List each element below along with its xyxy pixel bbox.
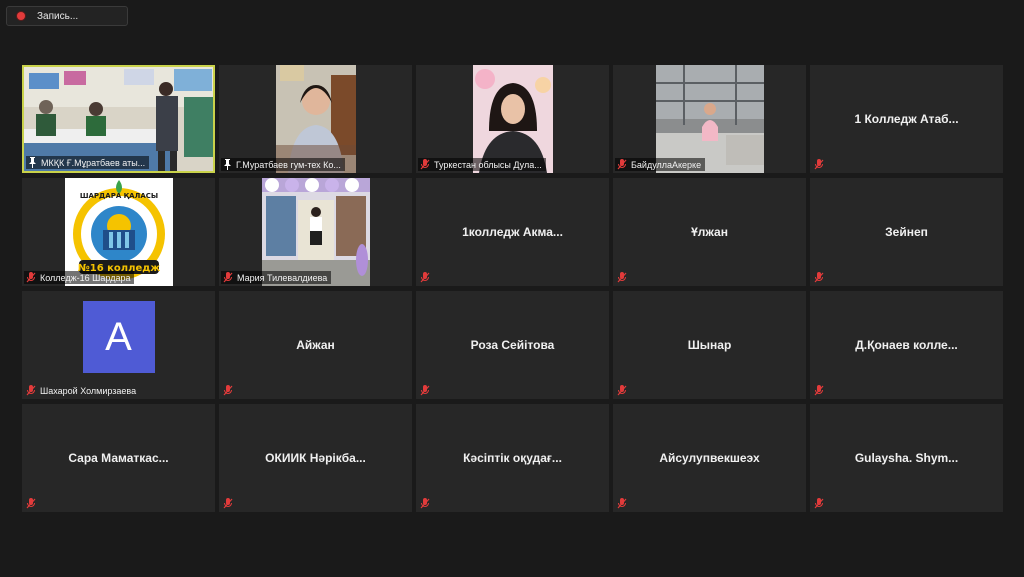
participant-label bbox=[418, 497, 434, 510]
pin-icon bbox=[224, 159, 231, 170]
recording-label: Запись... bbox=[37, 10, 79, 22]
muted-mic-icon bbox=[814, 498, 824, 509]
video-meeting-gallery: Запись... МКҚК Ғ.Мұратбаев аты... Г.Мура… bbox=[0, 0, 1024, 577]
logo-text: ШАРДАРА ҚАЛАСЫ bbox=[79, 192, 157, 200]
participant-avatar: A bbox=[82, 301, 155, 373]
participant-tile[interactable]: Роза Сейітова bbox=[416, 291, 609, 399]
participant-name: Сара Маматкас... bbox=[68, 451, 169, 465]
participant-tile[interactable]: Шынар bbox=[613, 291, 806, 399]
participant-label: Колледж-16 Шардара bbox=[24, 271, 135, 284]
participant-video: №16 колледж ШАРДАРА ҚАЛАСЫ bbox=[64, 178, 173, 286]
participant-label bbox=[615, 271, 631, 284]
participant-name: Айжан bbox=[296, 338, 335, 352]
participant-tile[interactable]: ОКИИК Нәрікба... bbox=[219, 404, 412, 512]
participant-tile[interactable]: Айжан bbox=[219, 291, 412, 399]
participant-tile[interactable]: МКҚК Ғ.Мұратбаев аты... bbox=[22, 65, 215, 173]
recording-indicator[interactable]: Запись... bbox=[6, 6, 128, 26]
participant-label bbox=[615, 497, 631, 510]
participant-label bbox=[24, 497, 40, 510]
participant-name: Шахарой Холмирзаева bbox=[40, 385, 137, 396]
participant-label: БайдуллаАкерке bbox=[615, 158, 706, 171]
participant-label bbox=[812, 158, 828, 171]
participant-name: Г.Муратбаев гум-тех Ко... bbox=[236, 159, 341, 170]
muted-mic-icon bbox=[223, 498, 233, 509]
participant-name: Д.Қонаев колле... bbox=[855, 338, 958, 352]
participant-label bbox=[812, 384, 828, 397]
muted-mic-icon bbox=[814, 159, 824, 170]
participant-tile[interactable]: Мария Тилевалдиева bbox=[219, 178, 412, 286]
participant-label bbox=[418, 384, 434, 397]
participant-tile[interactable]: Зейнеп bbox=[810, 178, 1003, 286]
participant-tile[interactable]: 1 Колледж Атаб... bbox=[810, 65, 1003, 173]
muted-mic-icon bbox=[814, 385, 824, 396]
participant-video bbox=[655, 65, 764, 173]
participant-name: Туркестан облысы Дула... bbox=[434, 159, 542, 170]
participant-name: Кәсіптік оқудағ... bbox=[463, 451, 562, 465]
participant-tile[interactable]: Туркестан облысы Дула... bbox=[416, 65, 609, 173]
muted-mic-icon bbox=[420, 159, 430, 170]
muted-mic-icon bbox=[814, 272, 824, 283]
participant-tile[interactable]: 1колледж Акма... bbox=[416, 178, 609, 286]
participant-label bbox=[221, 384, 237, 397]
participant-label bbox=[221, 497, 237, 510]
participant-label: Туркестан облысы Дула... bbox=[418, 158, 546, 171]
muted-mic-icon bbox=[223, 272, 233, 283]
participant-name: Колледж-16 Шардара bbox=[40, 272, 131, 283]
participant-tile[interactable]: Д.Қонаев колле... bbox=[810, 291, 1003, 399]
participant-label: МКҚК Ғ.Мұратбаев аты... bbox=[26, 156, 150, 169]
participant-name: Ұлжан bbox=[691, 225, 728, 239]
muted-mic-icon bbox=[617, 272, 627, 283]
participant-name: Gulaysha. Shym... bbox=[854, 451, 959, 465]
participant-tile[interactable]: Gulaysha. Shym... bbox=[810, 404, 1003, 512]
participant-tile[interactable]: №16 колледж ШАРДАРА ҚАЛАСЫ Колледж-16 Ша… bbox=[22, 178, 215, 286]
participant-name: Мария Тилевалдиева bbox=[237, 272, 328, 283]
participant-name: 1 Колледж Атаб... bbox=[854, 112, 959, 126]
pin-icon bbox=[29, 157, 36, 168]
muted-mic-icon bbox=[26, 385, 36, 396]
muted-mic-icon bbox=[420, 385, 430, 396]
muted-mic-icon bbox=[223, 385, 233, 396]
participant-name: Роза Сейітова bbox=[470, 338, 555, 352]
participant-video bbox=[261, 178, 370, 286]
participant-grid: МКҚК Ғ.Мұратбаев аты... Г.Муратбаев гум-… bbox=[22, 65, 1003, 512]
participant-video bbox=[275, 65, 356, 173]
participant-tile[interactable]: Айсулупвекшеэх bbox=[613, 404, 806, 512]
participant-name: 1колледж Акма... bbox=[462, 225, 563, 239]
participant-tile[interactable]: Ұлжан bbox=[613, 178, 806, 286]
participant-tile[interactable]: A Шахарой Холмирзаева bbox=[22, 291, 215, 399]
participant-name: Зейнеп bbox=[885, 225, 928, 239]
participant-label bbox=[418, 271, 434, 284]
muted-mic-icon bbox=[26, 498, 36, 509]
participant-label bbox=[615, 384, 631, 397]
participant-label bbox=[812, 271, 828, 284]
participant-name: Айсулупвекшеэх bbox=[659, 451, 760, 465]
participant-name: МКҚК Ғ.Мұратбаев аты... bbox=[41, 157, 146, 168]
muted-mic-icon bbox=[420, 272, 430, 283]
muted-mic-icon bbox=[617, 385, 627, 396]
participant-name: Шынар bbox=[687, 338, 732, 352]
muted-mic-icon bbox=[617, 159, 627, 170]
participant-label: Г.Муратбаев гум-тех Ко... bbox=[221, 158, 345, 171]
participant-name: ОКИИК Нәрікба... bbox=[265, 451, 366, 465]
record-icon bbox=[17, 12, 25, 20]
muted-mic-icon bbox=[420, 498, 430, 509]
participant-tile[interactable]: Кәсіптік оқудағ... bbox=[416, 404, 609, 512]
participant-tile[interactable]: Сара Маматкас... bbox=[22, 404, 215, 512]
participant-video bbox=[472, 65, 553, 173]
participant-label: Шахарой Холмирзаева bbox=[24, 384, 140, 397]
participant-tile[interactable]: Г.Муратбаев гум-тех Ко... bbox=[219, 65, 412, 173]
muted-mic-icon bbox=[26, 272, 36, 283]
participant-name: БайдуллаАкерке bbox=[631, 159, 702, 170]
participant-tile[interactable]: БайдуллаАкерке bbox=[613, 65, 806, 173]
participant-label: Мария Тилевалдиева bbox=[221, 271, 332, 284]
muted-mic-icon bbox=[617, 498, 627, 509]
participant-label bbox=[812, 497, 828, 510]
